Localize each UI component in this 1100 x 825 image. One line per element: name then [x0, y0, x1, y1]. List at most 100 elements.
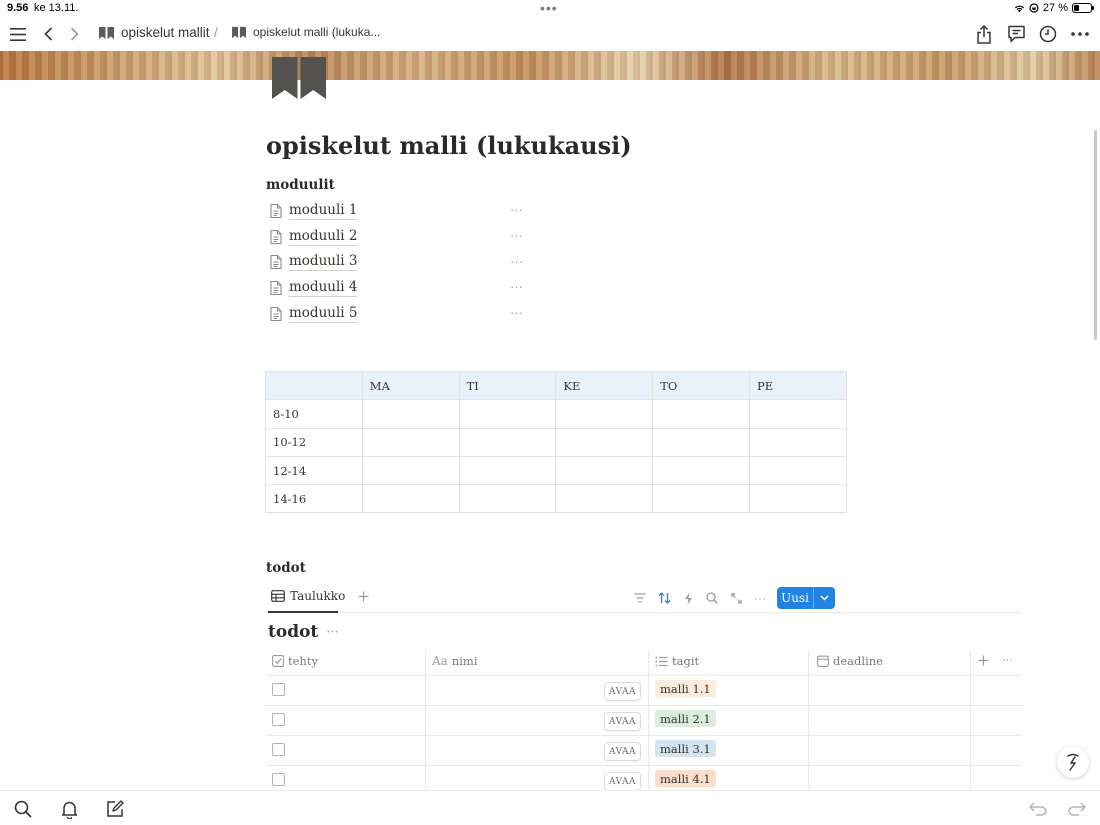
table-cell[interactable] [458, 484, 557, 514]
table-cell[interactable]: TI [458, 370, 557, 401]
open-button[interactable]: AVAA [604, 682, 641, 701]
list-item[interactable]: moduuli 2 ··· [268, 224, 528, 250]
module-link[interactable]: moduuli 2 [289, 228, 358, 246]
bell-icon[interactable] [58, 798, 80, 820]
expand-icon[interactable] [728, 590, 744, 606]
search-icon[interactable] [12, 798, 34, 820]
table-cell[interactable]: TO [652, 370, 750, 401]
table-cell[interactable] [458, 427, 557, 457]
module-link[interactable]: moduuli 1 [289, 202, 358, 220]
scrollbar[interactable] [1094, 130, 1097, 340]
table-row[interactable]: AVAA malli 2.1 [266, 706, 1022, 736]
table-cell[interactable] [652, 484, 750, 514]
table-cell[interactable] [555, 427, 654, 457]
column-header-name[interactable]: Aa nimi [432, 654, 478, 668]
page-cover-image[interactable] [0, 51, 1100, 80]
table-cell[interactable] [458, 399, 557, 429]
book-icon[interactable] [272, 57, 326, 99]
comments-icon[interactable] [1004, 22, 1028, 46]
new-page-icon[interactable] [104, 798, 126, 820]
breadcrumb-current[interactable]: opiskelut malli (lukuka... [231, 25, 380, 39]
tag-badge[interactable]: malli 1.1 [655, 680, 716, 697]
open-button[interactable]: AVAA [604, 742, 641, 761]
table-cell[interactable]: PE [748, 370, 847, 401]
table-cell[interactable] [652, 427, 750, 457]
list-item[interactable]: moduuli 1 ··· [268, 198, 528, 224]
done-checkbox[interactable] [272, 743, 285, 756]
done-checkbox[interactable] [272, 773, 285, 786]
table-cell[interactable] [748, 455, 847, 486]
done-checkbox[interactable] [272, 683, 285, 696]
more-icon[interactable]: ··· [510, 202, 523, 217]
table-cell[interactable]: KE [555, 370, 654, 401]
list-item[interactable]: moduuli 5 ··· [268, 301, 528, 327]
table-cell[interactable]: 14-16 [265, 484, 363, 514]
column-header-tags[interactable]: tagit [655, 654, 699, 668]
history-icon[interactable] [1036, 22, 1060, 46]
sort-icon[interactable] [656, 590, 672, 606]
multitasking-dots-icon[interactable]: ••• [540, 0, 558, 16]
list-item[interactable]: moduuli 4 ··· [268, 275, 528, 301]
menu-icon[interactable] [6, 22, 30, 46]
table-row[interactable]: AVAA malli 1.1 [266, 676, 1022, 706]
more-icon[interactable]: ··· [326, 625, 338, 640]
ai-assistant-button[interactable] [1057, 746, 1089, 778]
new-button[interactable]: Uusi [777, 587, 835, 609]
table-cell[interactable] [748, 427, 847, 457]
filter-icon[interactable] [632, 590, 648, 606]
table-cell[interactable]: 10-12 [265, 427, 363, 457]
more-icon[interactable]: ··· [510, 254, 523, 269]
table-cell[interactable] [555, 455, 654, 486]
open-button[interactable]: AVAA [604, 712, 641, 731]
add-property-icon[interactable] [978, 655, 989, 666]
table-cell[interactable] [555, 399, 654, 429]
table-cell[interactable] [361, 399, 460, 429]
tab-table-view[interactable]: Taulukko [271, 589, 369, 603]
database-title[interactable]: todot ··· [268, 622, 339, 642]
table-cell[interactable]: 12-14 [265, 455, 363, 486]
table-cell[interactable]: MA [361, 370, 460, 401]
table-cell[interactable] [361, 427, 460, 457]
more-icon[interactable]: ··· [510, 279, 523, 294]
table-row[interactable]: AVAA malli 3.1 [266, 736, 1022, 766]
todos-heading[interactable]: todot [266, 560, 306, 576]
table-cell[interactable] [652, 455, 750, 486]
share-icon[interactable] [972, 22, 996, 46]
tag-badge[interactable]: malli 2.1 [655, 710, 716, 727]
modules-heading[interactable]: moduulit [266, 177, 335, 193]
module-link[interactable]: moduuli 5 [289, 305, 358, 324]
breadcrumb-parent[interactable]: opiskelut mallit [98, 25, 210, 40]
table-cell[interactable] [458, 455, 557, 486]
tag-badge[interactable]: malli 3.1 [655, 740, 716, 757]
automation-icon[interactable] [680, 590, 696, 606]
table-cell[interactable] [265, 370, 363, 401]
table-cell[interactable] [361, 484, 460, 514]
module-link[interactable]: moduuli 3 [289, 253, 358, 272]
done-checkbox[interactable] [272, 713, 285, 726]
list-item[interactable]: moduuli 3 ··· [268, 250, 528, 276]
table-cell[interactable] [555, 484, 654, 514]
more-icon[interactable]: ··· [752, 590, 768, 606]
more-icon[interactable]: ··· [510, 305, 523, 320]
table-cell[interactable] [652, 399, 750, 429]
column-header-done[interactable]: tehty [272, 654, 318, 668]
search-icon[interactable] [704, 590, 720, 606]
more-icon[interactable] [1068, 22, 1092, 46]
table-cell[interactable]: 8-10 [265, 399, 363, 429]
add-view-icon[interactable] [358, 591, 369, 602]
table-cell[interactable] [748, 399, 847, 429]
undo-icon[interactable] [1027, 798, 1049, 820]
table-cell[interactable] [748, 484, 847, 514]
chevron-down-icon[interactable] [814, 595, 835, 601]
table-cell[interactable] [361, 455, 460, 486]
forward-icon[interactable] [62, 22, 86, 46]
back-icon[interactable] [36, 22, 60, 46]
tag-badge[interactable]: malli 4.1 [655, 770, 716, 787]
module-link[interactable]: moduuli 4 [289, 279, 358, 298]
more-icon[interactable]: ··· [1002, 653, 1013, 667]
redo-icon[interactable] [1066, 798, 1088, 820]
column-header-deadline[interactable]: deadline [817, 654, 883, 668]
open-button[interactable]: AVAA [604, 772, 641, 791]
page-title[interactable]: opiskelut malli (lukukausi) [266, 131, 632, 160]
more-icon[interactable]: ··· [510, 228, 523, 243]
